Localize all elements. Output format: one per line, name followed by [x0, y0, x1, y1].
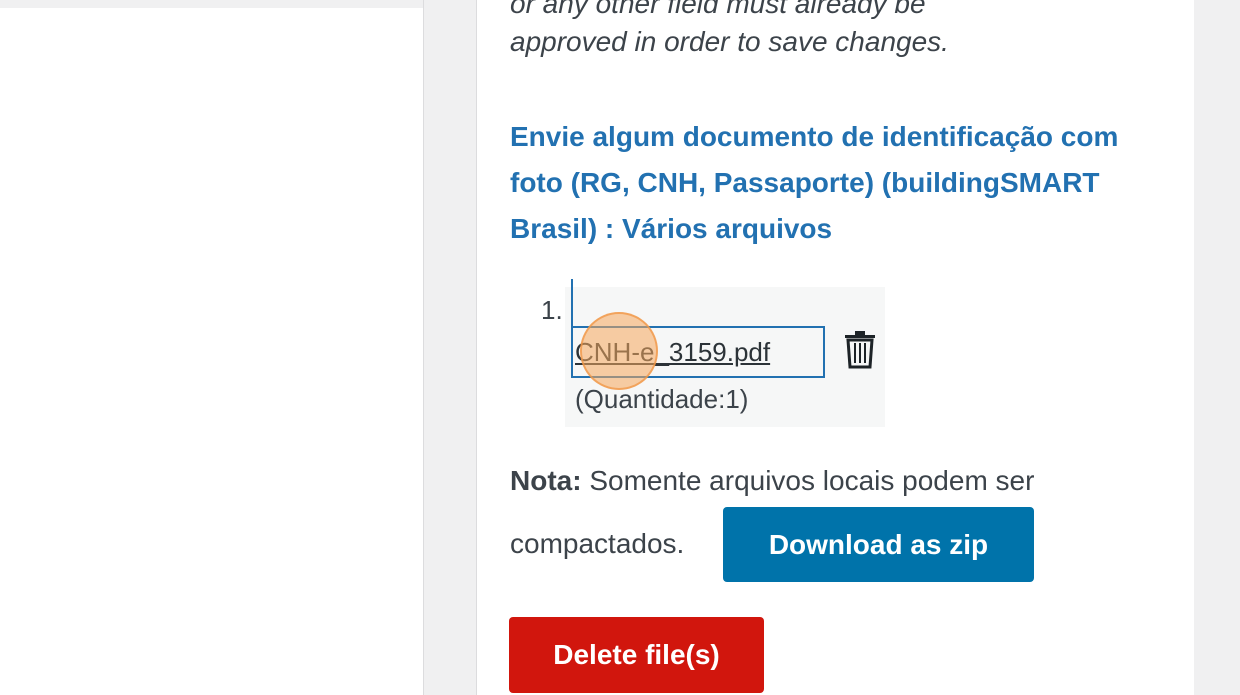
file-list-number: 1.: [541, 295, 563, 325]
trash-icon[interactable]: [842, 329, 878, 369]
note-text-line2: compactados.: [510, 528, 685, 559]
note-text-line1: Somente arquivos locais podem ser: [581, 465, 1035, 496]
note-label: Nota:: [510, 465, 582, 496]
link-focus-outline: [571, 326, 825, 378]
text-cursor: [571, 279, 573, 329]
note-text: Nota: Somente arquivos locais podem ser: [510, 465, 1034, 497]
notice-cut-line: or any other field must already be: [510, 0, 926, 19]
download-zip-button[interactable]: Download as zip: [723, 507, 1034, 582]
approval-notice: approved in order to save changes.: [510, 26, 949, 57]
right-margin: [1194, 0, 1240, 695]
delete-files-button[interactable]: Delete file(s): [509, 617, 764, 693]
upload-field-title: Envie algum documento de identificação c…: [510, 121, 1119, 244]
file-quantity: (Quantidade:1): [575, 384, 749, 414]
left-blank-area: [0, 8, 423, 695]
